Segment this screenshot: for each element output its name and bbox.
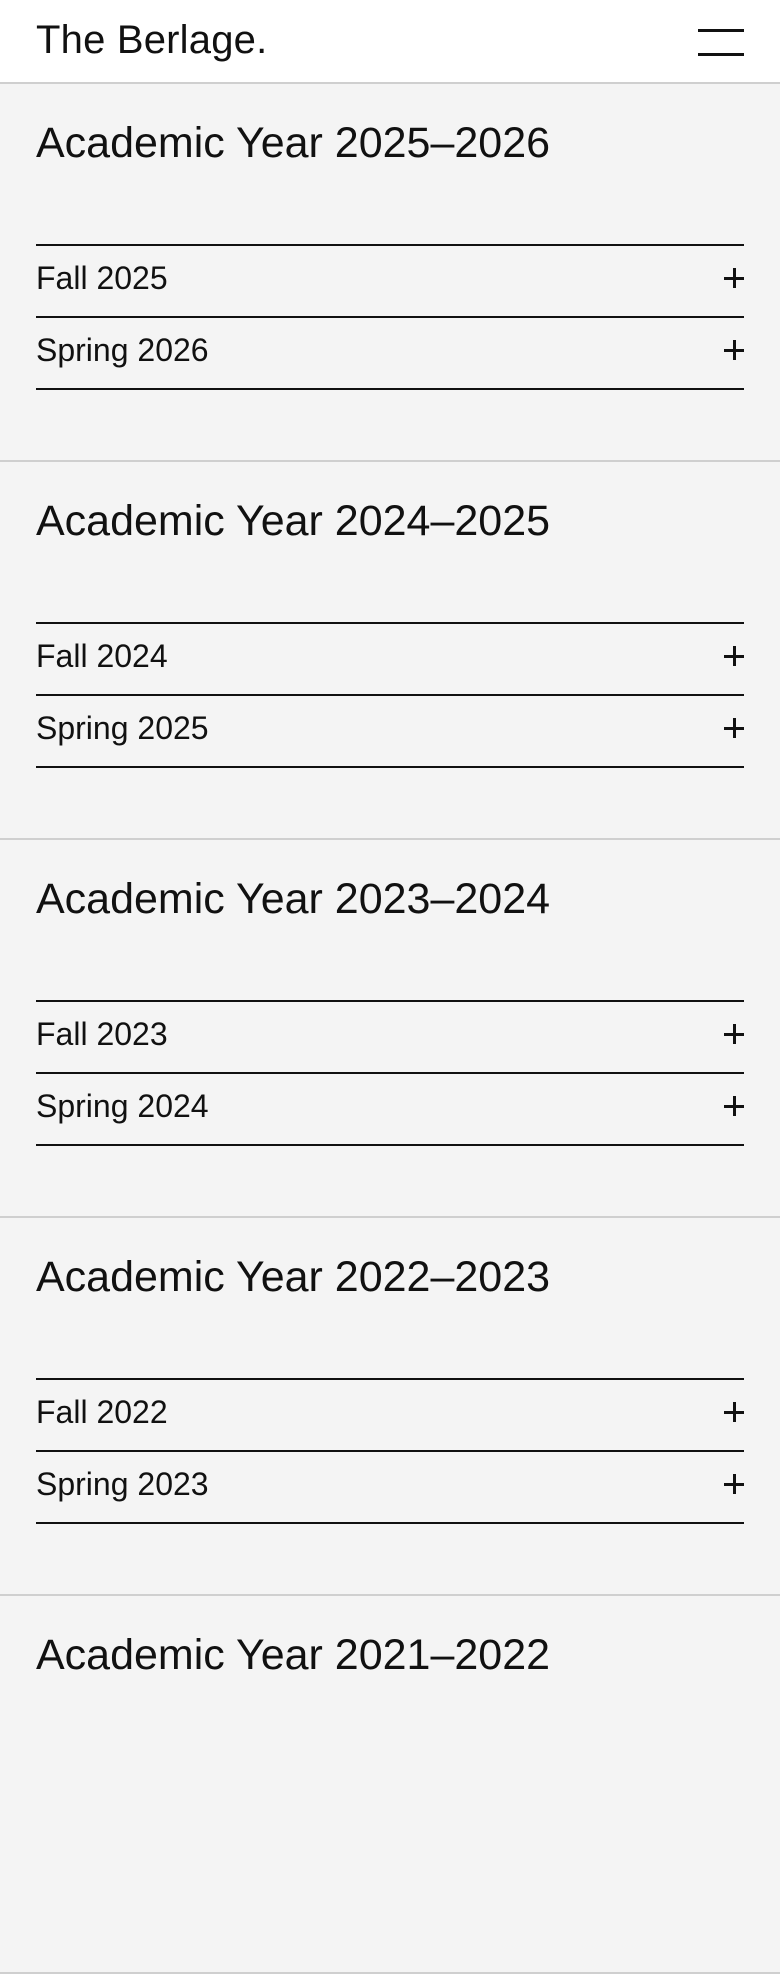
year-title: Academic Year 2024–2025 bbox=[36, 497, 551, 545]
term-label: Spring 2025 bbox=[36, 710, 209, 746]
term-label: Fall 2022 bbox=[36, 1394, 168, 1430]
plus-icon[interactable] bbox=[724, 340, 744, 360]
year-title: Academic Year 2023–2024 bbox=[36, 875, 551, 923]
term-label: Spring 2024 bbox=[36, 1088, 209, 1124]
term-row-spring-2023[interactable]: Spring 2023 bbox=[36, 1452, 744, 1524]
year-section-2023-2024: Academic Year 2023–2024 Fall 2023 Spring… bbox=[0, 840, 780, 1218]
year-section-2021-2022: Academic Year 2021–2022 bbox=[0, 1596, 780, 1974]
term-row-spring-2024[interactable]: Spring 2024 bbox=[36, 1074, 744, 1146]
plus-icon[interactable] bbox=[724, 1024, 744, 1044]
term-row-fall-2022[interactable]: Fall 2022 bbox=[36, 1380, 744, 1452]
site-header: The Berlage. bbox=[0, 0, 780, 84]
term-label: Fall 2023 bbox=[36, 1016, 168, 1052]
year-section-2025-2026: Academic Year 2025–2026 Fall 2025 Spring… bbox=[0, 84, 780, 462]
year-section-2024-2025: Academic Year 2024–2025 Fall 2024 Spring… bbox=[0, 462, 780, 840]
year-title: Academic Year 2025–2026 bbox=[36, 119, 551, 167]
term-list: Fall 2024 Spring 2025 bbox=[36, 622, 744, 768]
term-list: Fall 2022 Spring 2023 bbox=[36, 1378, 744, 1524]
hamburger-menu-icon-bar bbox=[698, 53, 744, 56]
term-row-fall-2024[interactable]: Fall 2024 bbox=[36, 624, 744, 696]
term-row-fall-2025[interactable]: Fall 2025 bbox=[36, 246, 744, 318]
plus-icon[interactable] bbox=[724, 1096, 744, 1116]
hamburger-menu-icon bbox=[698, 29, 744, 32]
plus-icon[interactable] bbox=[724, 1474, 744, 1494]
plus-icon[interactable] bbox=[724, 268, 744, 288]
term-row-fall-2023[interactable]: Fall 2023 bbox=[36, 1002, 744, 1074]
plus-icon[interactable] bbox=[724, 718, 744, 738]
year-title: Academic Year 2022–2023 bbox=[36, 1253, 551, 1301]
term-row-spring-2026[interactable]: Spring 2026 bbox=[36, 318, 744, 390]
term-list: Fall 2023 Spring 2024 bbox=[36, 1000, 744, 1146]
plus-icon[interactable] bbox=[724, 1402, 744, 1422]
term-label: Spring 2026 bbox=[36, 332, 209, 368]
year-section-2022-2023: Academic Year 2022–2023 Fall 2022 Spring… bbox=[0, 1218, 780, 1596]
term-label: Spring 2023 bbox=[36, 1466, 209, 1502]
term-list: Fall 2025 Spring 2026 bbox=[36, 244, 744, 390]
term-label: Fall 2024 bbox=[36, 638, 168, 674]
brand-logo[interactable]: The Berlage. bbox=[36, 18, 267, 62]
menu-button[interactable] bbox=[698, 28, 744, 58]
term-row-spring-2025[interactable]: Spring 2025 bbox=[36, 696, 744, 768]
academic-years-list: Academic Year 2025–2026 Fall 2025 Spring… bbox=[0, 84, 780, 1974]
year-title: Academic Year 2021–2022 bbox=[36, 1631, 551, 1679]
plus-icon[interactable] bbox=[724, 646, 744, 666]
term-label: Fall 2025 bbox=[36, 260, 168, 296]
